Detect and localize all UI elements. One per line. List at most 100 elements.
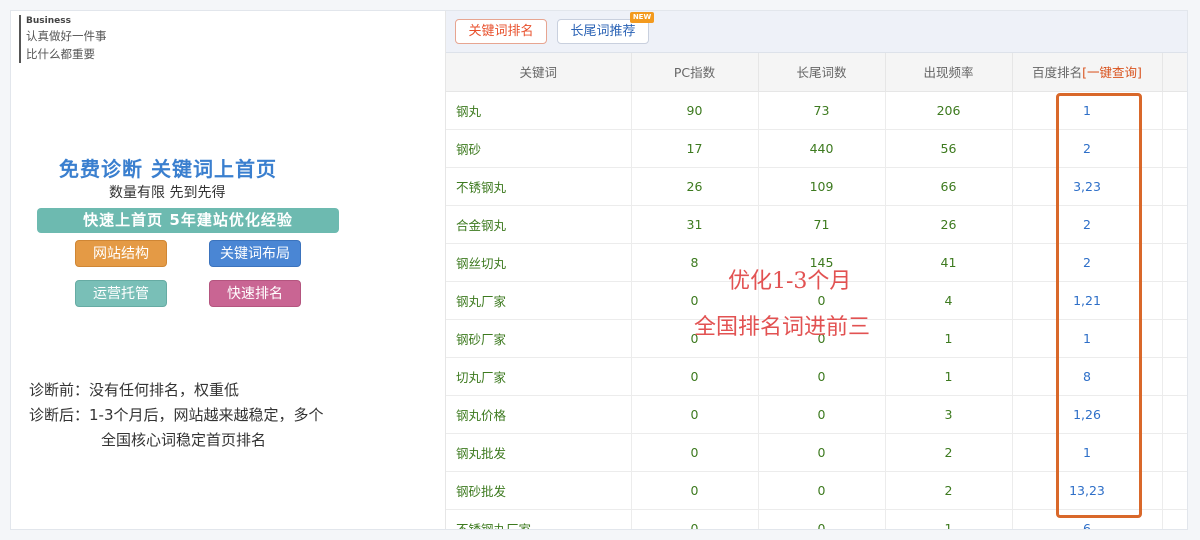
baidu-rank-cell[interactable]: 1 [1012,91,1163,130]
empty-cell [1162,433,1187,472]
frequency-cell: 66 [885,167,1013,206]
header-baidu-rank-label: 百度排名 [1032,65,1083,81]
frequency-cell: 56 [885,129,1013,168]
new-badge: NEW [630,12,654,23]
longtail-count-cell: 0 [758,433,886,472]
frequency-cell: 26 [885,205,1013,244]
longtail-count-cell: 0 [758,357,886,396]
header-keyword: 关键词 [446,53,632,92]
pc-index-cell: 26 [631,167,759,206]
baidu-rank-cell[interactable]: 8 [1012,357,1163,396]
diagnosis-before: 诊断前：没有任何排名，权重低 [29,381,240,399]
baidu-rank-cell[interactable]: 3,23 [1012,167,1163,206]
diagnosis-text: 诊断前：没有任何排名，权重低 诊断后：1-3个月后，网站越来越稳定，多个 全国核… [29,378,429,453]
keyword-cell[interactable]: 钢丸厂家 [446,281,632,320]
pc-index-cell: 0 [631,395,759,434]
overlay-text-2: 全国排名词进前三 [694,315,871,340]
frequency-cell: 4 [885,281,1013,320]
baidu-rank-cell[interactable]: 2 [1012,243,1163,282]
longtail-count-cell: 71 [758,205,886,244]
keyword-cell[interactable]: 钢砂 [446,129,632,168]
table-row: 钢丸价格 0 0 3 1,26 [446,395,1187,434]
promo-banner: 快速上首页 5年建站优化经验 [37,208,339,233]
frequency-cell: 41 [885,243,1013,282]
overlay-text-1: 优化1-3个月 [728,269,852,294]
keyword-cell[interactable]: 切丸厂家 [446,357,632,396]
tab-keyword-ranking[interactable]: 关键词排名 [455,19,547,44]
brand-slogan-1: 认真做好一件事 [26,29,107,43]
empty-cell [1162,471,1187,510]
keyword-cell[interactable]: 钢丝切丸 [446,243,632,282]
brand-slogan-2: 比什么都重要 [26,47,95,61]
brand-block: Business 认真做好一件事 比什么都重要 [19,15,139,63]
promo-subheadline: 数量有限 先到先得 [109,185,226,201]
table-row: 钢丸 90 73 206 1 [446,91,1187,130]
keyword-layout-button[interactable]: 关键词布局 [209,240,301,267]
pc-index-cell: 0 [631,433,759,472]
table-row: 合金钢丸 31 71 26 2 [446,205,1187,244]
pc-index-cell: 90 [631,91,759,130]
keyword-cell[interactable]: 不锈钢丸 [446,167,632,206]
baidu-rank-cell[interactable]: 1 [1012,433,1163,472]
keyword-cell[interactable]: 钢砂厂家 [446,319,632,358]
tab-longtail-label: 长尾词推荐 [570,24,636,39]
frequency-cell: 1 [885,319,1013,358]
empty-cell [1162,129,1187,168]
keyword-cell[interactable]: 不锈钢丸厂家 [446,509,632,529]
diagnosis-after: 诊断后：1-3个月后，网站越来越稳定，多个 [29,406,324,424]
empty-cell [1162,243,1187,282]
keyword-cell[interactable]: 钢丸批发 [446,433,632,472]
header-empty [1162,53,1187,92]
longtail-count-cell: 440 [758,129,886,168]
header-frequency: 出现频率 [885,53,1013,92]
tab-longtail-recommend[interactable]: 长尾词推荐 NEW [557,12,654,44]
header-pc-index: PC指数 [631,53,759,92]
pc-index-cell: 0 [631,471,759,510]
keyword-cell[interactable]: 钢丸 [446,91,632,130]
baidu-rank-cell[interactable]: 1,21 [1012,281,1163,320]
keyword-cell[interactable]: 钢砂批发 [446,471,632,510]
baidu-rank-cell[interactable]: 13,23 [1012,471,1163,510]
frequency-cell: 2 [885,433,1013,472]
table-header-row: 关键词 PC指数 长尾词数 出现频率 百度排名[一键查询] [446,53,1187,92]
fast-ranking-button[interactable]: 快速排名 [209,280,301,307]
longtail-count-cell: 0 [758,395,886,434]
pc-index-cell: 31 [631,205,759,244]
table-row: 不锈钢丸厂家 0 0 1 6 [446,509,1187,529]
baidu-rank-cell[interactable]: 2 [1012,205,1163,244]
baidu-rank-cell[interactable]: 6 [1012,509,1163,529]
empty-cell [1162,357,1187,396]
promo-headline: 免费诊断 关键词上首页 [59,157,277,181]
tab-bar: 关键词排名 长尾词推荐 NEW [446,11,1187,53]
page-frame: Business 认真做好一件事 比什么都重要 免费诊断 关键词上首页 数量有限… [10,10,1188,530]
empty-cell [1162,167,1187,206]
table-row: 不锈钢丸 26 109 66 3,23 [446,167,1187,206]
one-click-query-link[interactable]: [一键查询] [1082,65,1142,80]
pc-index-cell: 17 [631,129,759,168]
table-row: 钢砂批发 0 0 2 13,23 [446,471,1187,510]
pc-index-cell: 0 [631,357,759,396]
pc-index-cell: 0 [631,509,759,529]
empty-cell [1162,509,1187,529]
table-row: 切丸厂家 0 0 1 8 [446,357,1187,396]
longtail-count-cell: 0 [758,509,886,529]
baidu-rank-cell[interactable]: 2 [1012,129,1163,168]
keyword-cell[interactable]: 钢丸价格 [446,395,632,434]
table-row: 钢丸批发 0 0 2 1 [446,433,1187,472]
longtail-count-cell: 0 [758,471,886,510]
frequency-cell: 3 [885,395,1013,434]
empty-cell [1162,91,1187,130]
brand-english: Business [26,16,71,26]
empty-cell [1162,281,1187,320]
ranking-panel: 关键词排名 长尾词推荐 NEW 关键词 PC指数 长尾词数 出现频率 百度排名[… [445,11,1187,529]
longtail-count-cell: 73 [758,91,886,130]
diagnosis-after-cont: 全国核心词稳定首页排名 [101,431,267,449]
baidu-rank-cell[interactable]: 1 [1012,319,1163,358]
baidu-rank-cell[interactable]: 1,26 [1012,395,1163,434]
site-structure-button[interactable]: 网站结构 [75,240,167,267]
frequency-cell: 206 [885,91,1013,130]
keyword-cell[interactable]: 合金钢丸 [446,205,632,244]
header-baidu-rank: 百度排名[一键查询] [1012,53,1163,92]
table-row: 钢砂 17 440 56 2 [446,129,1187,168]
operation-hosting-button[interactable]: 运营托管 [75,280,167,307]
